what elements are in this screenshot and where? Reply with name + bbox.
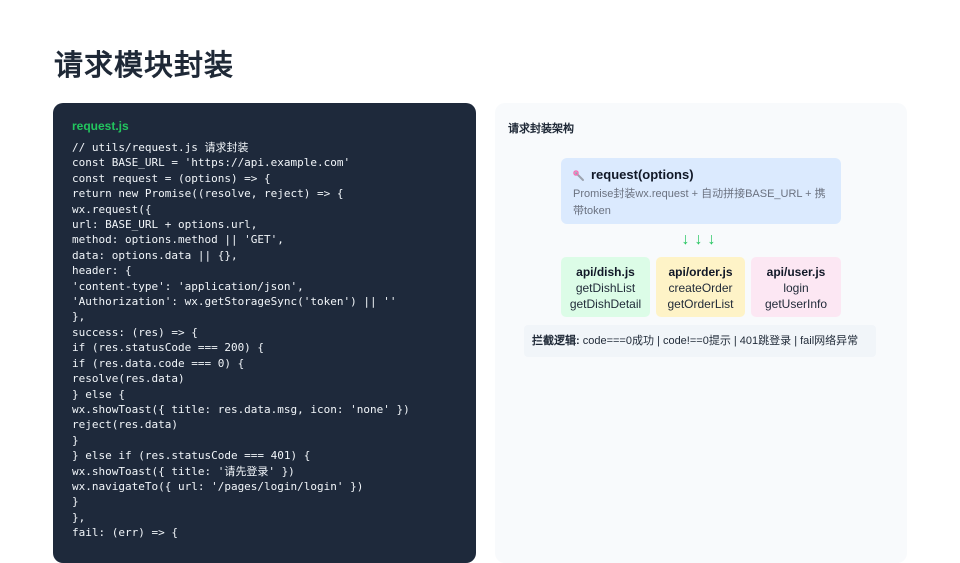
code-line: }, — [72, 310, 86, 324]
api-name: api/order.js — [668, 265, 733, 279]
code-line: wx.request({ — [72, 202, 152, 216]
architecture-panel: 请求封装架构 request(options) Promise封装wx.requ… — [495, 103, 907, 563]
code-line: } — [72, 495, 79, 509]
code-line: url: BASE_URL + options.url, — [72, 218, 258, 232]
api-function: getDishList — [575, 281, 636, 295]
code-line: } else if (res.statusCode === 401) { — [72, 449, 311, 463]
request-description: Promise封装wx.request + 自动拼接BASE_URL + 携带t… — [573, 188, 826, 217]
down-arrows-icon: ↓↓↓ — [681, 231, 721, 248]
api-name: api/user.js — [766, 265, 826, 279]
code-line: reject(res.data) — [72, 418, 178, 432]
code-line: }, — [72, 510, 86, 524]
code-line: resolve(res.data) — [72, 372, 185, 386]
request-function-name: request(options) — [591, 167, 694, 182]
code-line: if (res.data.code === 0) { — [72, 356, 245, 370]
api-function: createOrder — [668, 281, 733, 295]
code-line: return new Promise((resolve, reject) => … — [72, 187, 344, 201]
code-line: if (res.statusCode === 200) { — [72, 341, 265, 355]
code-line: 'content-type': 'application/json', — [72, 279, 304, 293]
code-line: // utils/request.js 请求封装 — [72, 141, 249, 154]
api-order-box: api/order.js createOrder getOrderList — [656, 257, 745, 317]
code-line: wx.navigateTo({ url: '/pages/login/login… — [72, 479, 364, 493]
api-function: login — [783, 281, 809, 295]
wrench-icon — [573, 169, 585, 181]
api-function: getOrderList — [667, 297, 734, 311]
architecture-title: 请求封装架构 — [508, 123, 574, 135]
page-title: 请求模块封装 — [54, 50, 235, 82]
interceptor-note: 拦截逻辑: code===0成功 | code!==0提示 | 401跳登录 |… — [524, 325, 876, 357]
code-line: 'Authorization': wx.getStorageSync('toke… — [72, 295, 397, 309]
api-user-box: api/user.js login getUserInfo — [751, 257, 841, 317]
api-function: getDishDetail — [569, 297, 642, 311]
code-line: } else { — [72, 387, 125, 401]
api-function: getUserInfo — [764, 297, 828, 311]
code-line: } — [72, 433, 79, 447]
code-line: const request = (options) => { — [72, 171, 271, 185]
code-block: // utils/request.js 请求封装 const BASE_URL … — [72, 140, 410, 541]
code-panel: request.js // utils/request.js 请求封装 cons… — [53, 103, 476, 563]
code-line: method: options.method || 'GET', — [72, 233, 284, 247]
code-line: wx.showToast({ title: res.data.msg, icon… — [72, 402, 410, 416]
code-line: data: options.data || {}, — [72, 248, 238, 262]
code-line: fail: (err) => { — [72, 526, 178, 540]
api-name: api/dish.js — [576, 265, 635, 279]
interceptor-text: code===0成功 | code!==0提示 | 401跳登录 | fail网… — [582, 335, 859, 347]
code-filename: request.js — [72, 119, 129, 133]
code-line: const BASE_URL = 'https://api.example.co… — [72, 156, 351, 170]
code-line: success: (res) => { — [72, 325, 198, 339]
code-line: header: { — [72, 264, 132, 278]
request-module-box: request(options) Promise封装wx.request + 自… — [561, 158, 841, 224]
api-dish-box: api/dish.js getDishList getDishDetail — [561, 257, 650, 317]
interceptor-label: 拦截逻辑: — [532, 335, 580, 347]
code-line: wx.showToast({ title: '请先登录' }) — [72, 464, 295, 478]
